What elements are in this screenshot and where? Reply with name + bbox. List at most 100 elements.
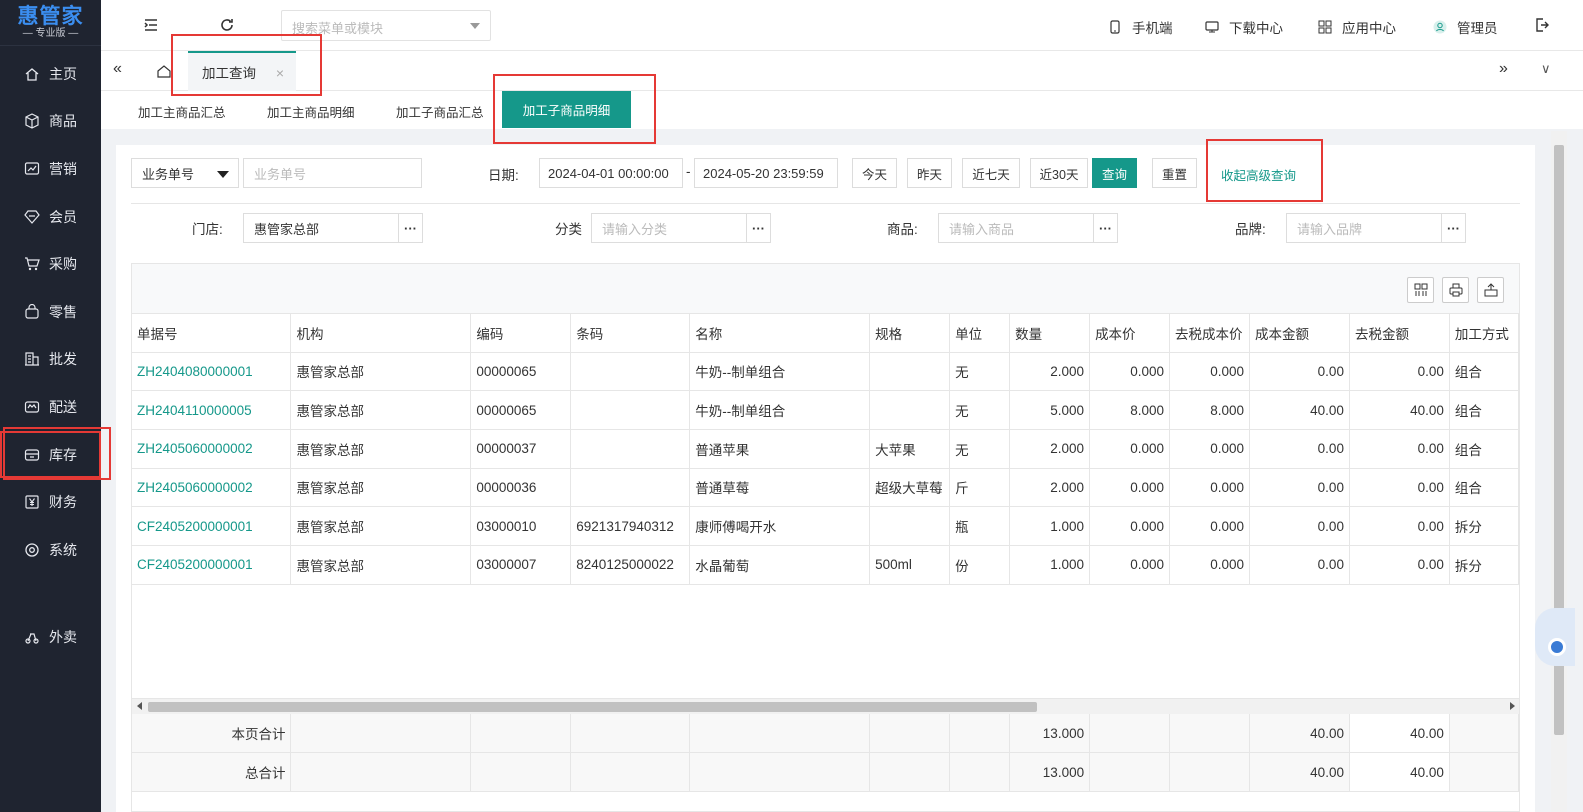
doc-type-value: 业务单号 — [142, 166, 195, 182]
print-icon[interactable] — [1442, 277, 1469, 303]
logout-icon[interactable] — [1534, 17, 1550, 33]
store-picker-button[interactable]: ··· — [398, 213, 422, 243]
table-cell: 组合 — [1449, 429, 1520, 469]
column-header[interactable]: 成本金额 — [1249, 314, 1350, 353]
brand-input[interactable]: 请输入品牌 ··· — [1286, 213, 1466, 243]
sidebar-item-yen[interactable]: 财务 — [0, 478, 101, 526]
brand-placeholder: 请输入品牌 — [1297, 221, 1363, 237]
close-icon[interactable]: × — [276, 65, 284, 81]
apps-grid-icon — [1318, 20, 1332, 34]
sidebar-item-diamond[interactable]: 会员 — [0, 193, 101, 241]
settings-icon — [25, 543, 39, 557]
brand-logo[interactable]: 惠管家 — 专业版 — — [0, 0, 101, 46]
table-cell: 0.00 — [1349, 545, 1450, 585]
table-cell: 超级大草莓 — [869, 468, 951, 508]
column-header[interactable]: 名称 — [689, 314, 871, 353]
collapse-advanced-query-link[interactable]: 收起高级查询 — [1221, 165, 1296, 184]
sidebar-item-home[interactable]: 主页 — [0, 50, 101, 98]
mobile-link[interactable]: 手机端 — [1108, 17, 1173, 37]
doc-number-link[interactable]: ZH2404080000001 — [132, 352, 292, 392]
table-row[interactable]: ZH2404080000001 惠管家总部 00000065 牛奶--制单组合 无 2.0… — [132, 352, 1520, 392]
category-picker-button[interactable]: ··· — [746, 213, 770, 243]
column-header[interactable]: 去税金额 — [1349, 314, 1450, 353]
doc-type-select[interactable]: 业务单号 — [131, 158, 239, 188]
date-separator: - — [686, 164, 691, 179]
subtab-child-summary[interactable]: 加工子商品汇总 — [396, 102, 484, 121]
table-cell: 份 — [949, 545, 1011, 585]
sidebar-item-cart[interactable]: 采购 — [0, 240, 101, 288]
table-row[interactable]: ZH2405060000002 惠管家总部 00000036 普通草莓 超级大草莓斤 2.… — [132, 468, 1520, 508]
table-cell: 00000065 — [470, 352, 572, 392]
subtab-main-summary[interactable]: 加工主商品汇总 — [138, 102, 226, 121]
doc-number-link[interactable]: CF2405200000001 — [132, 545, 292, 585]
column-header[interactable]: 单位 — [949, 314, 1011, 353]
sidebar-item-settings[interactable]: 系统 — [0, 526, 101, 574]
column-header[interactable]: 条码 — [570, 314, 691, 353]
tabs-dropdown-button[interactable]: ∨ — [1541, 61, 1551, 77]
horizontal-scroll-thumb[interactable] — [148, 702, 1037, 712]
brand-picker-button[interactable]: ··· — [1441, 213, 1465, 243]
store-input[interactable]: 惠管家总部 ··· — [243, 213, 423, 243]
refresh-icon[interactable] — [219, 17, 235, 33]
horizontal-scrollbar[interactable] — [132, 698, 1519, 714]
sidebar-item-building[interactable]: 批发 — [0, 336, 101, 384]
column-header[interactable]: 成本价 — [1089, 314, 1171, 353]
column-header[interactable]: 规格 — [869, 314, 951, 353]
column-header[interactable]: 单据号 — [132, 314, 292, 353]
tabs-scroll-left-button[interactable]: « — [113, 60, 122, 78]
menu-toggle-icon[interactable] — [143, 17, 159, 33]
date-start-input[interactable]: 2024-04-01 00:00:00 — [539, 158, 683, 188]
table-row[interactable]: ZH2404110000005 惠管家总部 00000065 牛奶--制单组合 无 5.0… — [132, 390, 1520, 430]
bag-icon — [25, 303, 39, 319]
assistant-robot-icon[interactable] — [1535, 608, 1575, 666]
page-vertical-scrollbar[interactable] — [1551, 131, 1567, 812]
query-button[interactable]: 查询 — [1092, 158, 1137, 188]
doc-number-link[interactable]: ZH2405060000002 — [132, 468, 292, 508]
table-row[interactable]: CF2405200000001 惠管家总部 03000010 692131794031… — [132, 506, 1520, 546]
home-tab-icon[interactable] — [156, 63, 172, 79]
yesterday-button[interactable]: 昨天 — [907, 158, 952, 188]
subtab-child-detail[interactable]: 加工子商品明细 — [502, 91, 631, 128]
category-label: 分类 — [555, 222, 582, 237]
column-header[interactable]: 数量 — [1009, 314, 1091, 353]
column-header[interactable]: 去税成本价 — [1169, 314, 1250, 353]
table-cell: 0.00 — [1249, 429, 1350, 469]
sidebar-item-cube[interactable]: 商品 — [0, 98, 101, 146]
app-center-link[interactable]: 应用中心 — [1318, 17, 1396, 37]
column-settings-icon[interactable] — [1407, 277, 1434, 303]
brand-label: 品牌: — [1235, 222, 1266, 237]
sidebar-item-box[interactable]: 库存 — [0, 430, 101, 479]
download-center-link[interactable]: 下载中心 — [1205, 17, 1283, 37]
reset-button[interactable]: 重置 — [1152, 158, 1197, 188]
sidebar-item-chart[interactable]: 营销 — [0, 145, 101, 193]
tab-processing-query[interactable]: 加工查询 × — [188, 51, 296, 91]
sidebar-item-scooter[interactable]: 外卖 — [0, 614, 101, 662]
product-picker-button[interactable]: ··· — [1093, 213, 1117, 243]
export-icon[interactable] — [1477, 277, 1504, 303]
date-end-input[interactable]: 2024-05-20 23:59:59 — [694, 158, 838, 188]
tabs-scroll-right-button[interactable]: » — [1499, 60, 1508, 78]
table-row[interactable]: CF2405200000001 惠管家总部 03000007 824012500002… — [132, 545, 1520, 585]
sidebar-item-truck[interactable]: 配送 — [0, 383, 101, 431]
doc-number-link[interactable]: ZH2404110000005 — [132, 390, 292, 430]
subtab-main-detail[interactable]: 加工主商品明细 — [267, 102, 355, 121]
product-input[interactable]: 请输入商品 ··· — [938, 213, 1118, 243]
today-button[interactable]: 今天 — [852, 158, 897, 188]
summary-cell: 40.00 — [1349, 714, 1450, 754]
doc-number-input[interactable]: 业务单号 — [243, 158, 422, 188]
last-30-days-button[interactable]: 近30天 — [1030, 158, 1088, 188]
column-header[interactable]: 机构 — [290, 314, 472, 353]
last-7-days-button[interactable]: 近七天 — [962, 158, 1020, 188]
scroll-left-arrow-icon[interactable] — [137, 702, 142, 710]
menu-search-input[interactable]: 搜索菜单或模块 — [281, 10, 491, 41]
doc-number-link[interactable]: CF2405200000001 — [132, 506, 292, 546]
column-header[interactable]: 编码 — [470, 314, 572, 353]
scroll-right-arrow-icon[interactable] — [1510, 702, 1515, 710]
column-header[interactable]: 加工方式 — [1449, 314, 1520, 353]
category-input[interactable]: 请输入分类 ··· — [591, 213, 771, 243]
doc-number-link[interactable]: ZH2405060000002 — [132, 429, 292, 469]
sidebar-item-bag[interactable]: 零售 — [0, 288, 101, 336]
table-row[interactable]: ZH2405060000002 惠管家总部 00000037 普通苹果 大苹果无 2.00… — [132, 429, 1520, 469]
summary-cell — [570, 714, 691, 754]
user-menu[interactable]: 管理员 — [1433, 17, 1498, 37]
